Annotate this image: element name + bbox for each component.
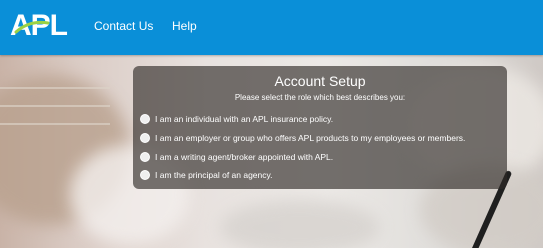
blurred-background-shape: [220, 200, 380, 248]
account-setup-panel: Account Setup Please select the role whi…: [133, 66, 507, 189]
background-stripe: [0, 87, 110, 89]
svg-text:APL: APL: [10, 10, 68, 40]
background-stripe: [0, 123, 110, 125]
role-option-label: I am an individual with an APL insurance…: [155, 114, 334, 124]
role-option-label: I am a writing agent/broker appointed wi…: [155, 152, 334, 162]
role-radio-individual[interactable]: [140, 114, 150, 124]
role-option-label: I am the principal of an agency.: [155, 170, 273, 180]
page: APL Contact Us Help Account Setup Please…: [0, 0, 543, 248]
nav-help-link[interactable]: Help: [172, 19, 197, 33]
nav-contact-us-link[interactable]: Contact Us: [94, 19, 153, 33]
role-selection-instruction: Please select the role which best descri…: [234, 93, 406, 102]
role-option-individual[interactable]: I am an individual with an APL insurance…: [140, 113, 333, 125]
role-radio-employer[interactable]: [140, 133, 150, 143]
role-radio-agent[interactable]: [140, 152, 150, 162]
role-option-label: I am an employer or group who offers APL…: [155, 133, 466, 143]
role-radio-principal[interactable]: [140, 170, 150, 180]
role-option-agent[interactable]: I am a writing agent/broker appointed wi…: [140, 151, 333, 163]
background-stripe: [0, 105, 110, 107]
account-setup-title: Account Setup: [274, 73, 366, 89]
role-option-employer[interactable]: I am an employer or group who offers APL…: [140, 132, 465, 144]
apl-logo[interactable]: APL: [10, 10, 84, 40]
role-option-principal[interactable]: I am the principal of an agency.: [140, 169, 273, 181]
top-navigation-bar: APL Contact Us Help: [0, 0, 543, 55]
